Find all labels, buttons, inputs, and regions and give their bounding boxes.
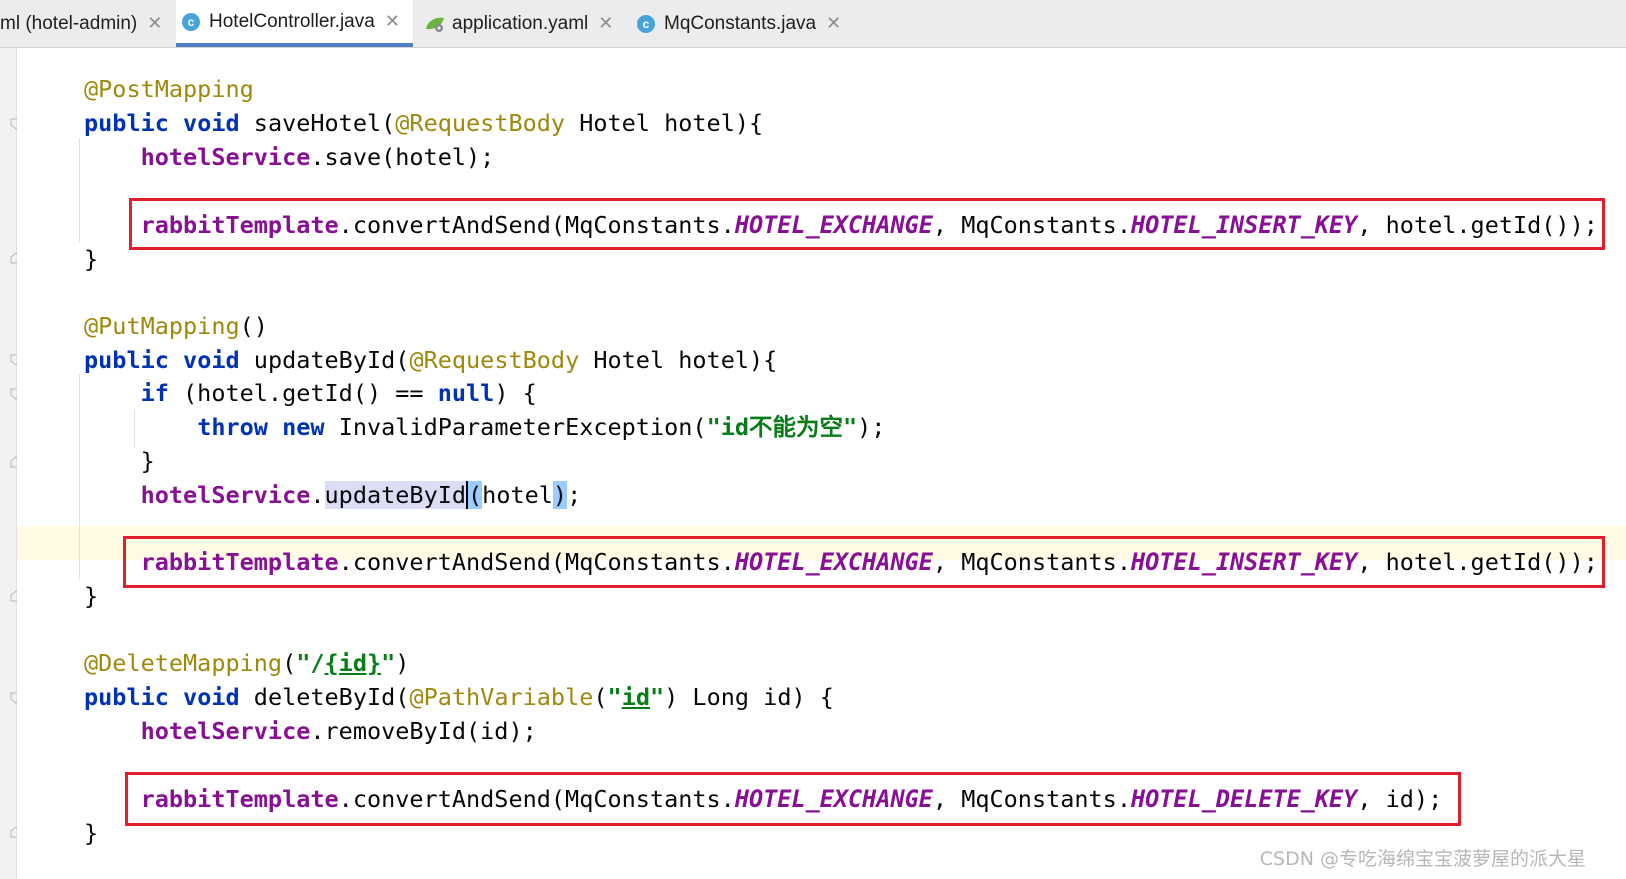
code-line-2: public void saveHotel(@RequestBody Hotel… — [84, 109, 764, 137]
matched-paren: ) — [552, 481, 568, 509]
class-icon: c — [637, 14, 655, 33]
tab-hotel-admin[interactable]: ml (hotel-admin) ✕ — [0, 0, 163, 47]
code-line-5: } — [84, 245, 99, 273]
red-annotation-box — [129, 198, 1605, 250]
spring-yaml-icon — [426, 17, 444, 32]
code-line-15: public void deleteById(@PathVariable("id… — [84, 683, 834, 711]
tab-label: HotelController.java — [209, 10, 375, 32]
tab-label: application.yaml — [452, 12, 589, 34]
close-icon[interactable]: ✕ — [147, 13, 162, 34]
code-line-16: hotelService.removeById(id); — [140, 717, 537, 745]
code-editor[interactable]: @PostMapping public void saveHotel(@Requ… — [17, 48, 1626, 879]
close-icon[interactable]: ✕ — [385, 11, 400, 32]
code-line-6: @PutMapping() — [84, 312, 268, 340]
code-line-8: if (hotel.getId() == null) { — [140, 379, 537, 407]
indent-guide — [79, 374, 80, 580]
identifier-highlight: updateById — [324, 481, 467, 509]
code-line-9: throw new InvalidParameterException("id不… — [197, 413, 886, 441]
editor-gutter[interactable] — [0, 48, 22, 879]
code-line-11: hotelService.updateById(hotel); — [140, 481, 582, 509]
code-line-3: hotelService.save(hotel); — [140, 143, 495, 171]
code-line-1: @PostMapping — [84, 75, 254, 103]
close-icon[interactable]: ✕ — [826, 13, 841, 34]
tab-label: ml (hotel-admin) — [0, 12, 138, 34]
tab-label: MqConstants.java — [664, 12, 817, 34]
csdn-watermark: CSDN @专吃海绵宝宝菠萝屋的派大星 — [1259, 848, 1586, 870]
text-caret: ( — [466, 481, 483, 509]
editor-tab-bar: ml (hotel-admin) ✕ c HotelController.jav… — [0, 0, 1626, 48]
code-line-14: @DeleteMapping("/{id}") — [84, 649, 410, 677]
code-line-7: public void updateById(@RequestBody Hote… — [84, 346, 778, 374]
indent-guide — [79, 138, 80, 242]
class-icon: c — [182, 12, 200, 31]
code-line-10: } — [140, 447, 155, 475]
code-line-18: } — [84, 819, 99, 847]
code-line-13: } — [84, 582, 99, 610]
red-annotation-box — [123, 536, 1605, 588]
tab-mqconstants[interactable]: c MqConstants.java ✕ — [637, 0, 842, 47]
close-icon[interactable]: ✕ — [598, 13, 613, 34]
tab-application-yaml[interactable]: application.yaml ✕ — [424, 0, 620, 47]
tab-hotelcontroller[interactable]: c HotelController.java ✕ — [176, 0, 413, 47]
red-annotation-box — [125, 772, 1461, 826]
